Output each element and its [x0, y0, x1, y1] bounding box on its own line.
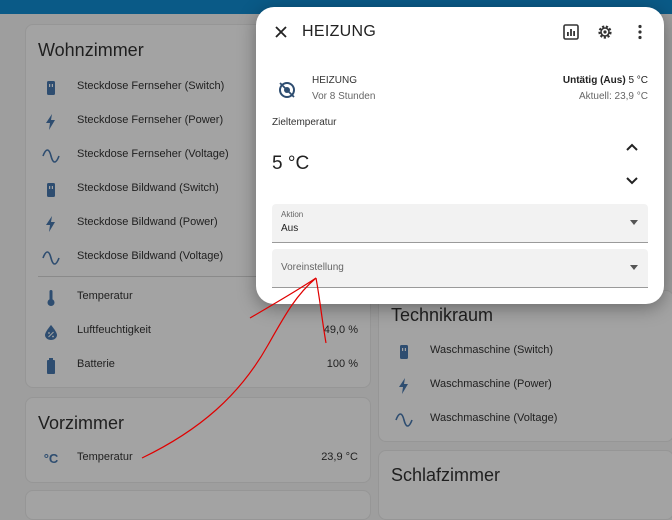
entity-label: Waschmaschine (Power) [430, 378, 552, 390]
entity-label: Steckdose Bildwand (Voltage) [77, 250, 224, 262]
entity-value: 23,9 °C [321, 451, 358, 463]
sine-wave-icon [42, 147, 60, 165]
entity-row[interactable]: °C Temperatur 23,9 °C [26, 441, 370, 475]
close-icon [275, 26, 287, 38]
more-options-button[interactable] [629, 21, 651, 43]
battery-icon [42, 357, 60, 375]
entity-label: Batterie [77, 358, 115, 370]
entity-label: Luftfeuchtigkeit [77, 324, 151, 336]
flash-icon [42, 215, 60, 233]
flash-icon [42, 113, 60, 131]
sine-wave-icon [395, 411, 413, 429]
entity-value: 49,0 % [323, 324, 358, 336]
card-title: Vorzimmer [38, 413, 125, 433]
power-socket-icon [395, 343, 413, 361]
decrease-temperature-button[interactable] [624, 173, 640, 189]
dots-vertical-icon [638, 24, 642, 40]
power-socket-icon [42, 181, 60, 199]
card-title: Wohnzimmer [38, 40, 144, 60]
dialog-title: HEIZUNG [302, 23, 377, 40]
chevron-down-icon [626, 177, 638, 185]
card-partial [25, 490, 371, 520]
chevron-up-icon [626, 143, 638, 151]
entity-label: Steckdose Bildwand (Power) [77, 216, 218, 228]
entity-row[interactable]: Waschmaschine (Switch) [379, 334, 672, 368]
entity-label: Steckdose Fernseher (Power) [77, 114, 224, 126]
sine-wave-icon [42, 249, 60, 267]
history-button[interactable] [560, 21, 582, 43]
more-info-dialog: HEIZUNG HEIZUNG Vor 8 Stunden Untätig (A… [256, 7, 664, 304]
dropdown-arrow-icon [630, 220, 638, 225]
card-vorzimmer: Vorzimmer °C Temperatur 23,9 °C [25, 397, 371, 483]
entity-name: HEIZUNG [312, 75, 357, 86]
dropdown-arrow-icon [630, 265, 638, 270]
entity-row[interactable]: Luftfeuchtigkeit 49,0 % [26, 314, 370, 348]
entity-label: Steckdose Fernseher (Switch) [77, 80, 225, 92]
card-title: Schlafzimmer [391, 465, 501, 485]
entity-label: Waschmaschine (Switch) [430, 344, 554, 356]
close-button[interactable] [272, 23, 290, 41]
entity-row[interactable]: Waschmaschine (Voltage) [379, 402, 672, 436]
gear-icon [598, 25, 612, 39]
temperature-celsius-icon: °C [43, 451, 59, 466]
card-schlafzimmer: Schlafzimmer [378, 450, 672, 520]
entity-value: 100 % [326, 358, 358, 370]
target-temperature-value: 5 °C [272, 153, 310, 174]
water-percent-icon [42, 323, 60, 341]
last-changed: Vor 8 Stunden [312, 91, 376, 102]
entity-label: Steckdose Fernseher (Voltage) [77, 148, 229, 160]
entity-label: Waschmaschine (Voltage) [430, 412, 558, 424]
entity-label: Temperatur [77, 290, 133, 302]
action-select[interactable]: Aktion Aus [272, 204, 648, 243]
entity-row[interactable]: Waschmaschine (Power) [379, 368, 672, 402]
action-label: Aktion [281, 210, 304, 219]
state-text: Untätig (Aus) [562, 75, 626, 86]
chart-box-icon [563, 24, 579, 40]
preset-select[interactable]: Voreinstellung [272, 249, 648, 288]
increase-temperature-button[interactable] [624, 139, 640, 155]
settings-button[interactable] [594, 21, 616, 43]
entity-label: Temperatur [77, 451, 133, 463]
entity-state: Untätig (Aus) 5 °C [563, 75, 648, 86]
flash-icon [395, 377, 413, 395]
action-value: Aus [281, 223, 299, 234]
card-title: Technikraum [391, 305, 494, 325]
entity-row[interactable]: Batterie 100 % [26, 348, 370, 382]
target-temperature-label: Zieltemperatur [272, 117, 337, 128]
state-target: 5 °C [628, 75, 648, 86]
card-technikraum: Technikraum Waschmaschine (Switch) Wasch… [378, 290, 672, 442]
power-socket-icon [42, 79, 60, 97]
entity-label: Steckdose Bildwand (Switch) [77, 182, 219, 194]
current-temperature: Aktuell: 23,9 °C [578, 91, 648, 102]
thermometer-icon [42, 289, 60, 307]
preset-label: Voreinstellung [281, 262, 344, 273]
thermostat-off-icon [276, 79, 298, 101]
